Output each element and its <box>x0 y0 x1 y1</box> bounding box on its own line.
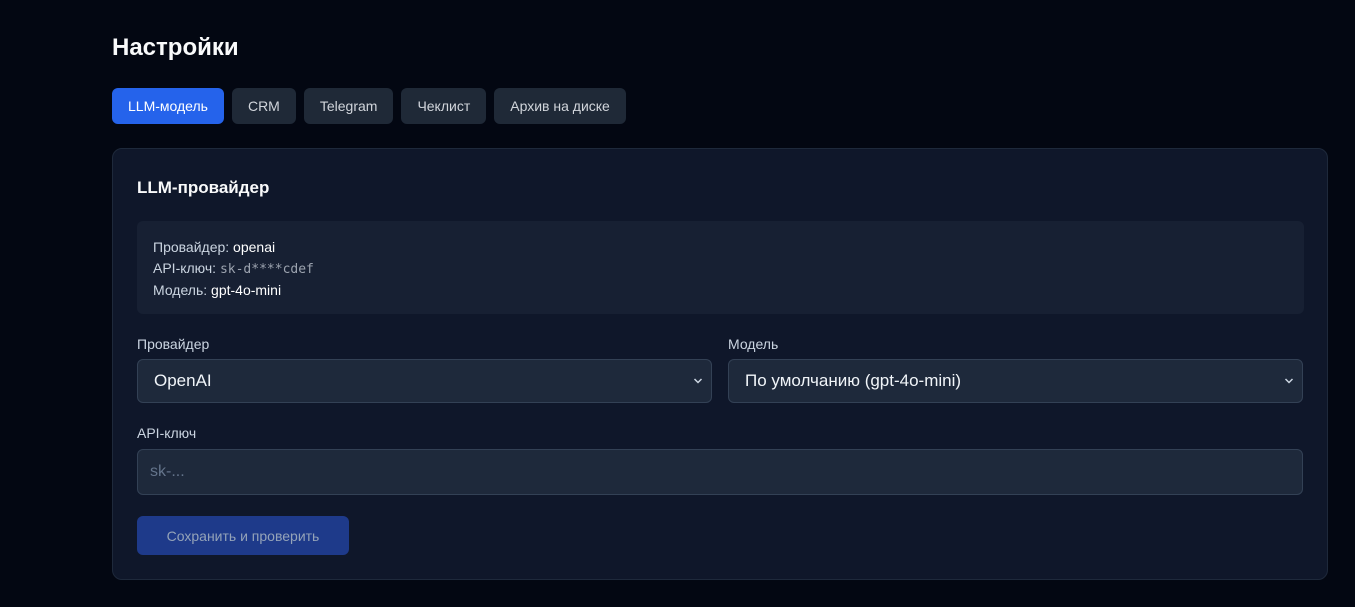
api-key-field-label: API-ключ <box>137 425 197 441</box>
tab-telegram[interactable]: Telegram <box>303 88 394 124</box>
model-field-label: Модель <box>728 336 779 352</box>
info-provider-row: Провайдер: openai <box>153 237 1288 258</box>
provider-field-label: Провайдер <box>137 336 210 352</box>
info-model-row: Модель: gpt-4o-mini <box>153 280 1288 301</box>
current-config-info: Провайдер: openai API-ключ: sk-d****cdef… <box>137 221 1304 314</box>
page-title: Настройки <box>112 34 239 61</box>
card-title: LLM-провайдер <box>137 178 270 197</box>
info-model-label: Модель: <box>153 282 208 298</box>
model-select[interactable]: По умолчанию (gpt-4o-mini) <box>728 359 1303 403</box>
chevron-down-icon <box>693 373 703 389</box>
api-key-input[interactable] <box>137 449 1303 495</box>
provider-select-value: OpenAI <box>154 371 212 390</box>
llm-provider-card: LLM-провайдер Провайдер: openai API-ключ… <box>112 148 1328 580</box>
tab-checklist[interactable]: Чеклист <box>401 88 487 124</box>
info-api-key-value: sk-d****cdef <box>219 261 314 277</box>
save-and-check-button[interactable]: Сохранить и проверить <box>137 516 349 555</box>
settings-tabs: LLM-модель CRM Telegram Чеклист Архив на… <box>112 88 626 124</box>
tab-crm[interactable]: CRM <box>231 88 296 124</box>
tab-llm-model[interactable]: LLM-модель <box>112 88 224 124</box>
info-model-value: gpt-4o-mini <box>211 282 282 298</box>
info-api-key-label: API-ключ: <box>153 259 217 276</box>
info-provider-label: Провайдер: <box>153 239 230 255</box>
provider-select[interactable]: OpenAI <box>137 359 712 403</box>
chevron-down-icon <box>1284 373 1294 389</box>
info-api-key-row: API-ключ: sk-d****cdef <box>153 258 1288 281</box>
tab-disk-archive[interactable]: Архив на диске <box>494 88 626 124</box>
info-provider-value: openai <box>233 239 276 255</box>
model-select-value: По умолчанию (gpt-4o-mini) <box>745 371 962 390</box>
